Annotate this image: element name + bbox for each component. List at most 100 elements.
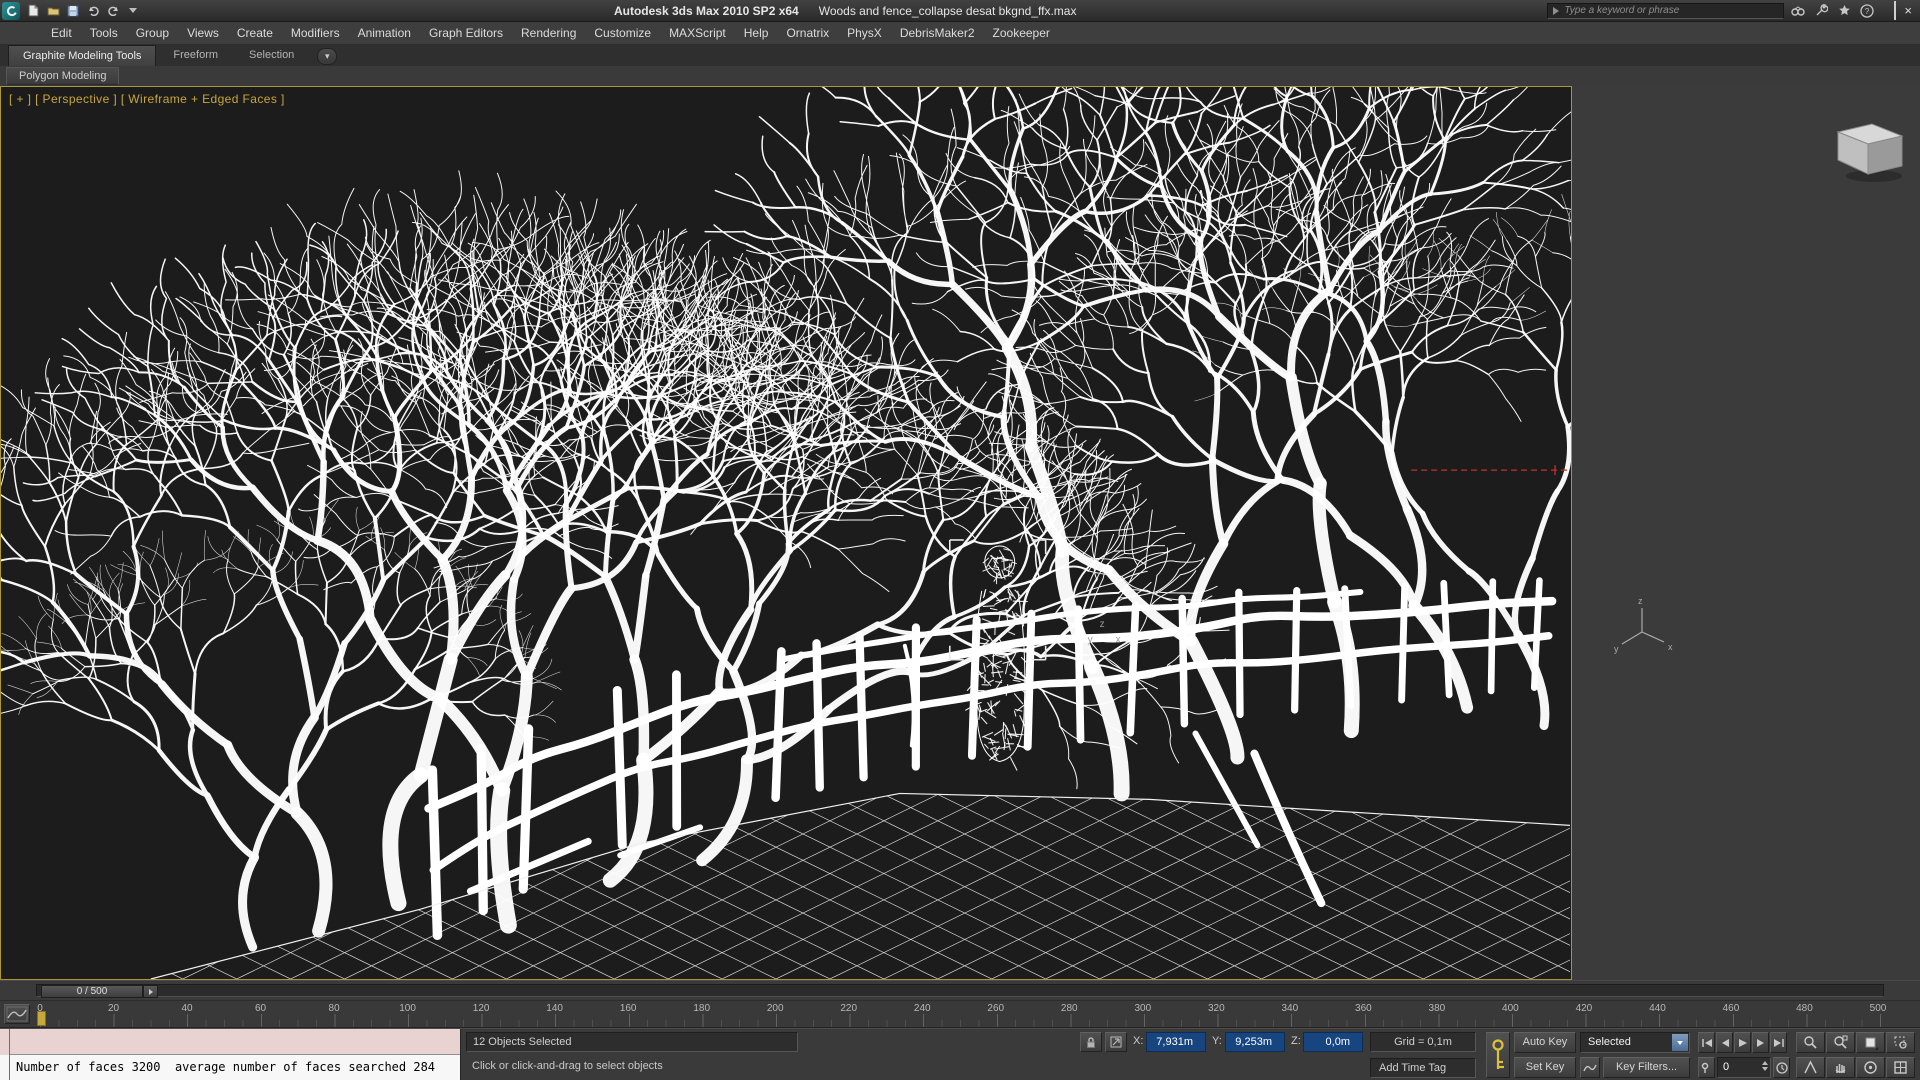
- application-menu-button[interactable]: [2, 2, 20, 20]
- new-key-default-inout-button[interactable]: [1580, 1057, 1600, 1078]
- x-coord-field[interactable]: 7,931m: [1146, 1032, 1206, 1052]
- close-button[interactable]: ×: [1904, 6, 1912, 16]
- window-controls: ×: [1880, 2, 1920, 20]
- ruler-label: 260: [987, 1003, 1004, 1014]
- maximize-viewport-icon: [1893, 1060, 1908, 1075]
- maximize-button[interactable]: [1894, 2, 1896, 20]
- help-button[interactable]: ?: [1858, 2, 1876, 20]
- menu-zookeeper[interactable]: Zookeeper: [984, 22, 1059, 44]
- chevron-down-icon: [1677, 1041, 1683, 1045]
- ribbon-panel-row: Polygon Modeling: [0, 66, 1920, 87]
- go-to-start-button[interactable]: [1698, 1032, 1715, 1053]
- menu-create[interactable]: Create: [228, 22, 282, 44]
- key-mode-toggle[interactable]: [1698, 1057, 1715, 1078]
- track-bar-row: 0204060801001201401601802002202402602803…: [0, 1000, 1920, 1028]
- menu-debrismaker2[interactable]: DebrisMaker2: [891, 22, 984, 44]
- zoom-region-button[interactable]: [1886, 1032, 1915, 1053]
- viewport-label[interactable]: [ + ] [ Perspective ] [ Wireframe + Edge…: [9, 92, 285, 106]
- ribbon-tab-graphite-modeling-tools[interactable]: Graphite Modeling Tools: [8, 45, 156, 66]
- axis-y-label: y: [1614, 644, 1619, 654]
- viewport-perspective[interactable]: zyx [ + ] [ Perspective ] [ Wireframe + …: [0, 86, 1572, 980]
- key-filters-button[interactable]: Key Filters...: [1603, 1057, 1690, 1078]
- menu-graph-editors[interactable]: Graph Editors: [420, 22, 512, 44]
- next-frame-button[interactable]: [1752, 1032, 1769, 1053]
- app-title: Autodesk 3ds Max 2010 SP2 x64: [614, 4, 799, 18]
- help-icon: ?: [1860, 4, 1874, 18]
- ribbon-tab-bar: Graphite Modeling ToolsFreeformSelection…: [0, 45, 1920, 66]
- ruler-label: 460: [1723, 1003, 1740, 1014]
- z-coord-field[interactable]: 0,0m: [1303, 1032, 1363, 1052]
- ruler-label: 340: [1281, 1003, 1298, 1014]
- menu-help[interactable]: Help: [735, 22, 778, 44]
- zoom-all-button[interactable]: [1826, 1032, 1855, 1053]
- undo-arrow-icon: [87, 5, 100, 16]
- menu-ornatrix[interactable]: Ornatrix: [777, 22, 838, 44]
- svg-text:y: y: [1088, 635, 1093, 646]
- 3dsmax-logo-icon: [4, 4, 18, 18]
- previous-frame-button[interactable]: [1716, 1032, 1733, 1053]
- key-icon: [1491, 1038, 1505, 1072]
- ribbon-minimize-button[interactable]: ▾: [317, 48, 337, 65]
- set-key-button[interactable]: Set Key: [1514, 1057, 1576, 1078]
- toolbar-options-button[interactable]: [123, 2, 143, 20]
- time-configuration-button[interactable]: [1773, 1057, 1790, 1078]
- maximize-icon: [1894, 1, 1896, 20]
- zoom-button[interactable]: [1796, 1032, 1825, 1053]
- time-slider-handle[interactable]: 0 / 500: [41, 985, 143, 998]
- pan-button[interactable]: [1826, 1057, 1855, 1078]
- menu-bar: EditToolsGroupViewsCreateModifiersAnimat…: [0, 22, 1920, 45]
- menu-group[interactable]: Group: [127, 22, 178, 44]
- orbit-button[interactable]: [1856, 1057, 1885, 1078]
- current-frame-field[interactable]: 0: [1717, 1057, 1771, 1078]
- auto-key-button[interactable]: Auto Key: [1514, 1032, 1576, 1053]
- absolute-mode-toggle[interactable]: [1105, 1032, 1127, 1052]
- menu-customize[interactable]: Customize: [585, 22, 660, 44]
- ruler-label: 220: [840, 1003, 857, 1014]
- key-selection-dropdown[interactable]: Selected: [1580, 1032, 1690, 1053]
- menu-physx[interactable]: PhysX: [838, 22, 891, 44]
- ribbon-tab-selection[interactable]: Selection: [235, 45, 308, 66]
- favorites-button[interactable]: [1835, 2, 1853, 20]
- maxscript-mini-listener[interactable]: Number of faces 3200 average number of f…: [0, 1029, 461, 1080]
- save-button[interactable]: [63, 2, 83, 20]
- menu-rendering[interactable]: Rendering: [512, 22, 585, 44]
- file-name: Woods and fence_collapse desat bkgnd_ffx…: [819, 4, 1077, 18]
- zoom-extents-button[interactable]: [1856, 1032, 1885, 1053]
- tab-polygon-modeling[interactable]: Polygon Modeling: [6, 67, 119, 85]
- menu-edit[interactable]: Edit: [42, 22, 81, 44]
- menu-maxscript[interactable]: MAXScript: [660, 22, 735, 44]
- floppy-icon: [67, 5, 79, 17]
- selection-lock-toggle[interactable]: [1080, 1032, 1102, 1052]
- mini-curve-editor-icon: [5, 1005, 29, 1023]
- field-of-view-button[interactable]: [1796, 1057, 1825, 1078]
- open-file-button[interactable]: [43, 2, 63, 20]
- view-cube[interactable]: [1838, 124, 1902, 174]
- timeline-ruler[interactable]: 0204060801001201401601802002202402602803…: [36, 1001, 1884, 1027]
- menu-modifiers[interactable]: Modifiers: [282, 22, 349, 44]
- axis-x-label: x: [1668, 642, 1673, 652]
- menu-tools[interactable]: Tools: [81, 22, 127, 44]
- search-button[interactable]: [1789, 2, 1807, 20]
- next-frame-arrow-button[interactable]: [143, 985, 158, 998]
- search-input[interactable]: Type a keyword or phrase: [1547, 3, 1784, 19]
- set-keys-button[interactable]: [1486, 1032, 1510, 1078]
- play-button[interactable]: [1734, 1032, 1751, 1053]
- ruler-label: 380: [1429, 1003, 1446, 1014]
- maximize-viewport-toggle[interactable]: [1886, 1057, 1915, 1078]
- y-coord-field[interactable]: 9,253m: [1225, 1032, 1285, 1052]
- redo-button[interactable]: [103, 2, 123, 20]
- undo-button[interactable]: [83, 2, 103, 20]
- ruler-label: 280: [1061, 1003, 1078, 1014]
- add-time-tag[interactable]: Add Time Tag: [1370, 1058, 1476, 1078]
- menu-animation[interactable]: Animation: [349, 22, 420, 44]
- open-mini-curve-editor-button[interactable]: [4, 1004, 30, 1024]
- menu-views[interactable]: Views: [178, 22, 228, 44]
- time-slider-track[interactable]: 0 / 500: [36, 984, 1884, 997]
- subscription-center-button[interactable]: [1812, 2, 1830, 20]
- new-scene-button[interactable]: [23, 2, 43, 20]
- svg-text:x: x: [1116, 635, 1121, 646]
- dropdown-arrow-button[interactable]: [1672, 1034, 1688, 1051]
- go-to-end-button[interactable]: [1770, 1032, 1787, 1053]
- frame-spinner[interactable]: [1762, 1061, 1768, 1071]
- ribbon-tab-freeform[interactable]: Freeform: [159, 45, 232, 66]
